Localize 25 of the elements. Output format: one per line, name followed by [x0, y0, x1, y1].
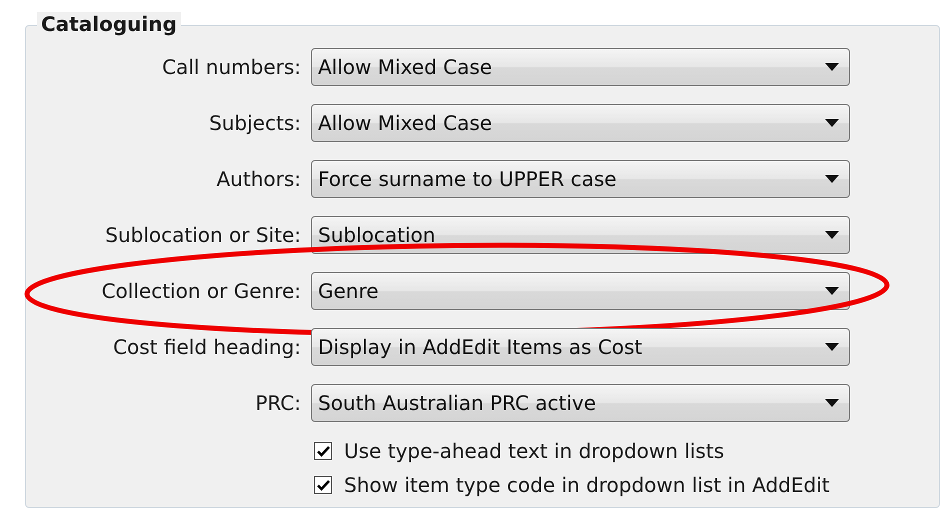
caret-icon: [825, 175, 839, 183]
field-label: Subjects:: [209, 111, 301, 135]
dropdown[interactable]: Display in AddEdit Items as Cost: [311, 328, 850, 366]
caret-icon: [825, 287, 839, 295]
caret-icon: [825, 63, 839, 71]
caret-icon: [825, 231, 839, 239]
caret-icon: [825, 399, 839, 407]
field-label: Call numbers:: [162, 55, 301, 79]
dropdown[interactable]: Genre: [311, 272, 850, 310]
dropdown[interactable]: Allow Mixed Case: [311, 48, 850, 86]
field-label: Cost field heading:: [113, 335, 301, 359]
field-label: Authors:: [216, 167, 301, 191]
group-title: Cataloguing: [37, 12, 181, 36]
caret-icon: [825, 119, 839, 127]
caret-icon: [825, 343, 839, 351]
field-label: Sublocation or Site:: [105, 223, 301, 247]
field-label: PRC:: [255, 391, 301, 415]
checkbox-label: Show item type code in dropdown list in AddEdit: [344, 473, 830, 497]
checkbox-label: Use type-ahead text in dropdown lists: [344, 439, 724, 463]
dropdown[interactable]: Allow Mixed Case: [311, 104, 850, 142]
dropdown[interactable]: South Australian PRC active: [311, 384, 850, 422]
dropdown[interactable]: Force surname to UPPER case: [311, 160, 850, 198]
field-label: Collection or Genre:: [102, 279, 301, 303]
checkbox[interactable]: [314, 442, 332, 460]
checkbox[interactable]: [314, 476, 332, 494]
